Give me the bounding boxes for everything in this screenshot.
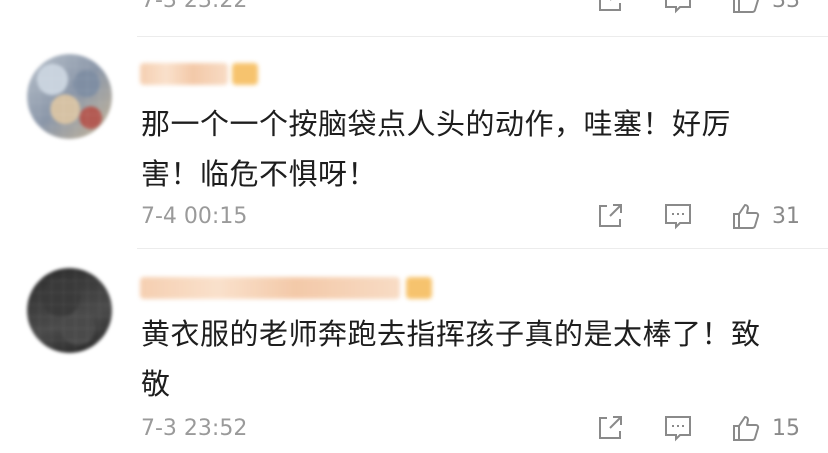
like-icon [733, 204, 760, 229]
like-button[interactable] [730, 200, 762, 232]
comment-icon [665, 0, 691, 14]
user-badge-icon [232, 63, 258, 85]
comment-text-line: 黄衣服的老师奔跑去指挥孩子真的是太棒了！致 [141, 317, 761, 351]
comment-time: 7-3 23:22 [141, 0, 248, 13]
comment-icon [665, 204, 691, 230]
comment-button[interactable] [662, 0, 694, 16]
share-icon [599, 416, 622, 439]
comment-text-line: 敬 [141, 367, 171, 401]
comment-text: 黄衣服的老师奔跑去指挥孩子真的是太棒了！致 敬 [141, 309, 801, 409]
username[interactable] [140, 63, 228, 85]
avatar[interactable] [27, 268, 112, 353]
like-icon [733, 0, 760, 13]
comment-feed: 7-3 23:22 33 那一个一个按脑袋点人头的动作，哇塞！好厉 害！临危不惧… [0, 0, 828, 453]
like-count: 33 [772, 0, 800, 13]
comment-button[interactable] [662, 412, 694, 444]
share-button[interactable] [594, 200, 626, 232]
like-button[interactable] [730, 412, 762, 444]
like-icon [733, 416, 760, 441]
comment-text: 那一个一个按脑袋点人头的动作，哇塞！好厉 害！临危不惧呀！ [141, 99, 801, 199]
comment-time: 7-3 23:52 [141, 416, 248, 441]
comment-item: 黄衣服的老师奔跑去指挥孩子真的是太棒了！致 敬 7-3 23:52 15 [0, 249, 828, 453]
like-count: 31 [772, 204, 800, 229]
username[interactable] [140, 277, 400, 299]
share-icon [599, 204, 622, 227]
share-icon [599, 0, 621, 11]
comment-item: 那一个一个按脑袋点人头的动作，哇塞！好厉 害！临危不惧呀！ 7-4 00:15 … [0, 37, 828, 247]
comment-button[interactable] [662, 200, 694, 232]
comment-icon [665, 416, 691, 442]
like-count: 15 [772, 416, 800, 441]
comment-time: 7-4 00:15 [141, 204, 248, 229]
avatar[interactable] [27, 54, 112, 139]
comment-item: 7-3 23:22 33 [0, 0, 828, 36]
comment-text-line: 那一个一个按脑袋点人头的动作，哇塞！好厉 [141, 107, 732, 141]
user-badge-icon [406, 277, 432, 299]
share-button[interactable] [594, 412, 626, 444]
like-button[interactable] [730, 0, 762, 16]
comment-text-line: 害！临危不惧呀！ [141, 157, 378, 191]
share-button[interactable] [594, 0, 626, 16]
